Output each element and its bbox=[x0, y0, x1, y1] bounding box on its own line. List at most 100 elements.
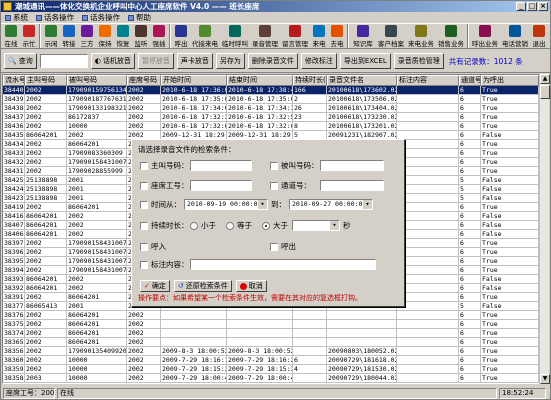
toolbar-button-14[interactable]: 来电 bbox=[310, 24, 328, 49]
duration-input[interactable] bbox=[292, 220, 340, 231]
toolbar-button-19[interactable]: 销售业务 bbox=[436, 24, 466, 49]
toolbar-button-11[interactable]: 临时呼叫 bbox=[220, 24, 250, 49]
edit-note-button[interactable]: 修改标注 bbox=[300, 53, 337, 69]
table-row[interactable]: 38375 2002 86064201 2002 6 True bbox=[3, 320, 539, 329]
maximize-button[interactable]: □ bbox=[527, 2, 537, 11]
toolbar-button-3[interactable]: 转接 bbox=[60, 24, 78, 49]
column-header[interactable]: 标注内容 bbox=[397, 75, 459, 86]
toolbar-button-20[interactable]: 呼出业务 bbox=[470, 24, 500, 49]
table-row[interactable]: 3844020021790901597561342020022010-6-18 … bbox=[3, 86, 539, 95]
cancel-button[interactable]: 取消 bbox=[235, 280, 267, 292]
menu-call-ops-2[interactable]: 话务操作 bbox=[82, 12, 120, 23]
toolbar-button-5[interactable]: 保持 bbox=[96, 24, 114, 49]
channel-input[interactable] bbox=[320, 180, 384, 191]
scroll-up-icon[interactable]: ▲ bbox=[540, 74, 550, 84]
save-as-button[interactable]: 另存为 bbox=[215, 53, 245, 69]
table-row[interactable]: 38436 2002 10000 2002 2010-6-18 17:32:01 2010… bbox=[3, 122, 539, 131]
seat-input[interactable] bbox=[190, 180, 252, 191]
export-excel-button[interactable]: 导出到EXCEL bbox=[339, 53, 391, 69]
column-header[interactable]: 结束时间 bbox=[227, 75, 293, 86]
delete-recording-button[interactable]: 删除录音文件 bbox=[247, 53, 298, 69]
toolbar-button-15[interactable]: 去电 bbox=[328, 24, 346, 49]
column-header[interactable]: 被叫号码 bbox=[67, 75, 127, 86]
callee-checkbox[interactable] bbox=[270, 161, 278, 170]
toolbar-button-2[interactable]: 示闲 bbox=[42, 24, 60, 49]
table-cell bbox=[293, 347, 327, 356]
column-header[interactable]: 开始时间 bbox=[161, 75, 227, 86]
toolbar-button-0[interactable]: 在线 bbox=[2, 24, 20, 49]
column-header[interactable]: 为呼出 bbox=[481, 75, 539, 86]
table-row[interactable]: 3843820021790901331983210720022010-6-18 … bbox=[3, 104, 539, 113]
table-cell: 179090158431007 bbox=[67, 239, 127, 248]
greater-radio[interactable] bbox=[262, 221, 270, 230]
query-button[interactable]: 🔍 查询 bbox=[4, 53, 37, 69]
table-row[interactable]: 38437 2002 86172837 2002 2010-6-18 17:32:30 2… bbox=[3, 113, 539, 122]
column-header[interactable]: 录音文件名 bbox=[327, 75, 397, 86]
table-row[interactable]: 38358 2003 10000 2002 2009-7-29 18:00:44 2009… bbox=[3, 374, 539, 383]
toolbar-button-18[interactable]: 来电业务 bbox=[406, 24, 436, 49]
menu-system[interactable]: 系统 bbox=[5, 12, 28, 23]
toolbar-button-6[interactable]: 恢复 bbox=[114, 24, 132, 49]
callee-input[interactable] bbox=[320, 160, 384, 171]
caller-checkbox[interactable] bbox=[140, 161, 148, 170]
table-row[interactable]: 3835620021790901354099202320022009-8-3 1… bbox=[3, 347, 539, 356]
scroll-thumb[interactable] bbox=[540, 85, 550, 99]
incoming-checkbox[interactable] bbox=[140, 242, 148, 251]
table-cell: 2010-6-18 17:32:01 bbox=[161, 122, 227, 131]
quality-manage-button[interactable]: 录音质检管理 bbox=[393, 53, 444, 69]
channel-checkbox[interactable] bbox=[270, 181, 278, 190]
caller-input[interactable] bbox=[190, 160, 252, 171]
table-cell: True bbox=[481, 86, 539, 95]
vertical-scrollbar[interactable]: ▲ ▼ bbox=[539, 74, 550, 384]
toolbar-button-8[interactable]: 强插 bbox=[150, 24, 168, 49]
note-checkbox[interactable] bbox=[140, 260, 148, 269]
equal-radio[interactable] bbox=[226, 221, 234, 230]
column-header[interactable]: 主叫号码 bbox=[25, 75, 67, 86]
less-radio[interactable] bbox=[190, 221, 198, 230]
toolbar-button-7[interactable]: 监听 bbox=[132, 24, 150, 49]
seat-checkbox[interactable] bbox=[140, 181, 148, 190]
ok-button[interactable]: ✓ 确定 bbox=[140, 280, 170, 292]
toolbar-button-9[interactable]: 呼出 bbox=[172, 24, 190, 49]
table-row[interactable]: 38359 2002 10000 2002 2009-7-29 18:15:30 2009… bbox=[3, 365, 539, 374]
menu-help[interactable]: 帮助 bbox=[128, 12, 151, 23]
column-header[interactable]: 通道号 bbox=[459, 75, 481, 86]
menu-call-ops[interactable]: 话务操作 bbox=[36, 12, 74, 23]
table-row[interactable]: 38376 2002 86064201 2002 6 True bbox=[3, 311, 539, 320]
filter-field[interactable] bbox=[39, 54, 88, 68]
duration-checkbox[interactable] bbox=[140, 221, 148, 230]
phone-play-button[interactable]: ◐ 话机放音 bbox=[90, 53, 135, 69]
table-row[interactable]: 38360 2002 10000 2002 2009-7-29 18:16:18 2009… bbox=[3, 356, 539, 365]
column-header[interactable]: 流水号 bbox=[3, 75, 25, 86]
scroll-down-icon[interactable]: ▼ bbox=[540, 374, 550, 384]
table-row[interactable]: 38374 2002 86064201 2002 6 True bbox=[3, 329, 539, 338]
table-cell: 6 bbox=[459, 95, 481, 104]
pause-play-button[interactable]: 暂停放音 bbox=[137, 53, 174, 69]
toolbar-button-12[interactable]: 录音管理 bbox=[250, 24, 280, 49]
time-to-picker[interactable]: 2010-09-27 00:00:00 bbox=[289, 199, 373, 210]
time-from-picker[interactable]: 2010-09-19 00:00:00 bbox=[184, 199, 268, 210]
close-button[interactable]: × bbox=[538, 2, 548, 11]
column-header[interactable]: 座席号码 bbox=[127, 75, 161, 86]
time-checkbox[interactable] bbox=[140, 200, 148, 209]
toolbar-button-16[interactable]: 知识库 bbox=[350, 24, 376, 49]
column-header[interactable]: 持续时长(秒) bbox=[293, 75, 327, 86]
note-input[interactable] bbox=[190, 259, 376, 270]
reset-button[interactable]: ↺ 还原检索条件 bbox=[173, 280, 232, 292]
toolbar-button-21[interactable]: 电话营销 bbox=[500, 24, 530, 49]
title-bar: 潮城通讯——体化交换机企业呼叫中心人工座席软件 V4.0 —— 班长座席 _ □… bbox=[1, 1, 550, 12]
toolbar-button-10[interactable]: 代接来电 bbox=[190, 24, 220, 49]
outgoing-checkbox[interactable] bbox=[270, 242, 278, 251]
table-row[interactable]: 3835720028606420120022009-6-24 10:30:512… bbox=[3, 383, 539, 384]
table-row[interactable]: 3843920021790901877676310420022010-6-18 … bbox=[3, 95, 539, 104]
minimize-button[interactable]: _ bbox=[516, 2, 526, 11]
table-row[interactable]: 38365 2002 86064201 2002 6 True bbox=[3, 338, 539, 347]
toolbar-button-4[interactable]: 三方 bbox=[78, 24, 96, 49]
toolbar-button-13[interactable]: 留言管理 bbox=[280, 24, 310, 49]
toolbar-button-22[interactable]: 退出 bbox=[530, 24, 548, 49]
toolbar-button-1[interactable]: 示忙 bbox=[20, 24, 38, 49]
toolbar-button-17[interactable]: 客户档案 bbox=[376, 24, 406, 49]
soundcard-play-button[interactable]: 声卡放音 bbox=[176, 53, 213, 69]
table-cell: 17909083360309 bbox=[67, 149, 127, 158]
table-cell bbox=[397, 230, 459, 239]
